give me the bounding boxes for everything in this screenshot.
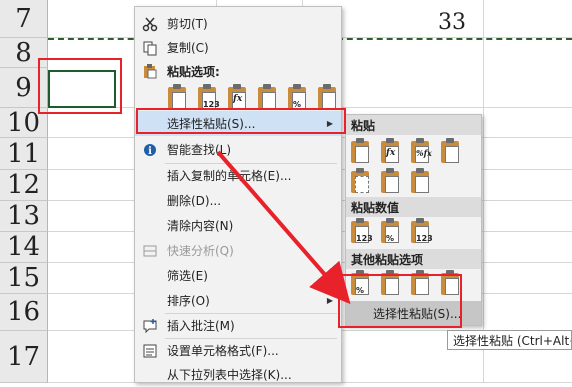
annotation-arrow-icon xyxy=(216,150,351,305)
